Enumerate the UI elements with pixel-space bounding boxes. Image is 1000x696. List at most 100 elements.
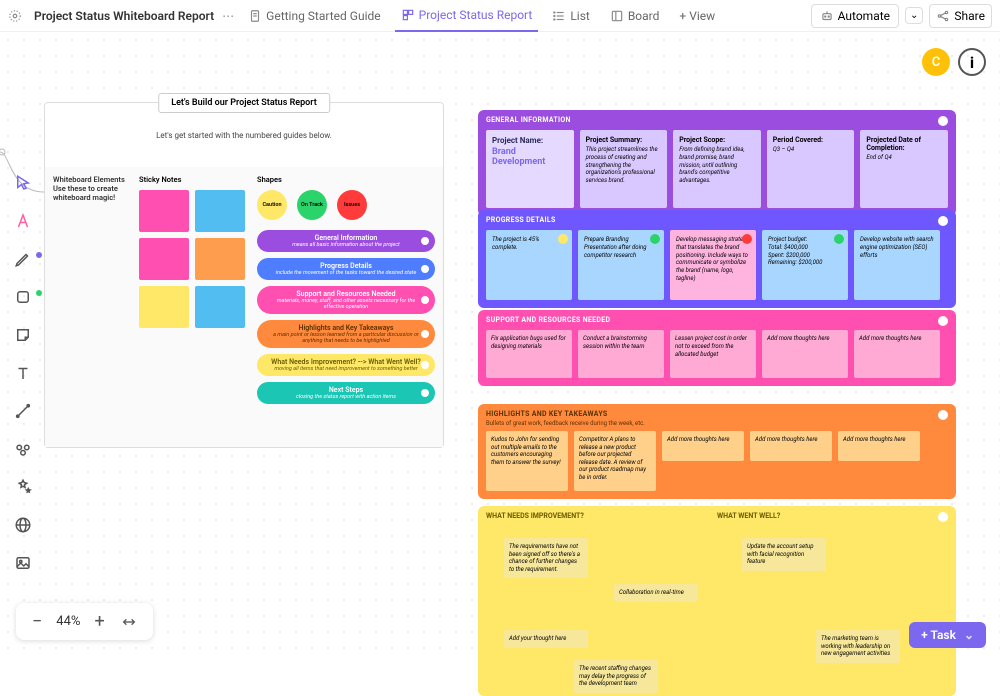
card-project-scope[interactable]: Project Scope:From defining brand idea, … xyxy=(673,130,761,208)
cursor-tool[interactable] xyxy=(10,170,36,196)
whiteboard-icon xyxy=(8,9,22,23)
pen-tool[interactable] xyxy=(10,246,36,272)
section-support[interactable]: SUPPORT AND RESOURCES NEEDED Fix applica… xyxy=(478,310,956,386)
support-card[interactable]: Add more thoughts here xyxy=(762,330,848,378)
ai-tool[interactable] xyxy=(10,208,36,234)
legend-pill[interactable]: Support and Resources Neededmaterials, m… xyxy=(257,286,435,314)
automate-chevron[interactable]: ⌄ xyxy=(905,7,923,24)
card-period-covered[interactable]: Period Covered:Q3 – Q4 xyxy=(767,130,855,208)
sticky-tool[interactable] xyxy=(10,322,36,348)
card-projected-date[interactable]: Projected Date of Completion:End of Q4 xyxy=(860,130,948,208)
progress-card[interactable]: Prepare Branding Presentation after doin… xyxy=(578,230,664,300)
tab-label: List xyxy=(570,9,590,23)
improvement-card[interactable]: Collaboration in real-time xyxy=(614,584,698,602)
tab-add-view[interactable]: + View xyxy=(673,1,721,31)
tab-list[interactable]: List xyxy=(546,1,596,31)
section-improvement[interactable]: WHAT NEEDS IMPROVEMENT? WHAT WENT WELL? … xyxy=(478,506,956,696)
improvement-card[interactable]: The requirements have not been signed of… xyxy=(504,538,588,578)
sticky-sample[interactable] xyxy=(139,190,189,232)
wentwell-heading: WHAT WENT WELL? xyxy=(717,512,948,520)
sticky-notes-heading: Sticky Notes xyxy=(139,175,249,184)
highlight-card[interactable]: Add more thoughts here xyxy=(750,431,832,461)
text-tool[interactable] xyxy=(10,360,36,386)
progress-card[interactable]: The project is 45% complete. xyxy=(486,230,572,300)
page-title: Project Status Whiteboard Report xyxy=(34,9,214,23)
tab-label: Project Status Report xyxy=(419,8,533,22)
task-button-label: + Task xyxy=(921,628,956,642)
highlight-card[interactable]: Add more thoughts here xyxy=(838,431,920,461)
zoom-control: − 44% + xyxy=(16,603,153,640)
section-general-info[interactable]: GENERAL INFORMATION Project Name: Brand … xyxy=(478,110,956,216)
support-card[interactable]: Add more thoughts here xyxy=(854,330,940,378)
status-circle[interactable]: Issues xyxy=(337,190,367,220)
list-icon xyxy=(552,9,566,23)
tab-label: Getting Started Guide xyxy=(266,9,380,23)
task-button[interactable]: + Task ⌄ xyxy=(909,622,986,648)
avatar[interactable]: C xyxy=(922,48,950,76)
share-button[interactable]: Share xyxy=(929,4,992,28)
guide-banner: Let's Build our Project Status Report xyxy=(158,93,330,113)
tab-board[interactable]: Board xyxy=(604,1,666,31)
support-card[interactable]: Fix application bugs used for designing … xyxy=(486,330,572,378)
sticky-sample[interactable] xyxy=(195,238,245,280)
zoom-value: 44% xyxy=(56,614,80,629)
improvement-heading: WHAT NEEDS IMPROVEMENT? xyxy=(486,512,717,520)
legend-pill[interactable]: What Needs Improvement? --> What Went We… xyxy=(257,354,435,376)
card-project-name[interactable]: Project Name: Brand Development xyxy=(486,130,574,208)
highlight-card[interactable]: Competitor A plans to release a new prod… xyxy=(574,431,656,491)
tab-getting-started[interactable]: Getting Started Guide xyxy=(242,1,386,31)
topbar: Project Status Whiteboard Report ⋯ Getti… xyxy=(0,0,1000,32)
info-button[interactable]: i xyxy=(958,48,986,76)
shapes-heading: Shapes xyxy=(257,175,435,184)
support-card[interactable]: Lessen project cost in order not to exce… xyxy=(670,330,756,378)
whiteboard-toolbar xyxy=(8,170,38,576)
fit-screen[interactable] xyxy=(119,614,139,630)
automate-button[interactable]: Automate xyxy=(811,4,899,28)
section-status-dot xyxy=(938,116,948,126)
share-label: Share xyxy=(954,9,985,23)
improvement-card[interactable]: Add your thought here xyxy=(504,630,588,648)
improvement-card[interactable]: The marketing team is working with leade… xyxy=(816,630,900,663)
section-subtitle: Bullets of great work, feedback receive … xyxy=(486,420,948,427)
sticky-sample[interactable] xyxy=(195,286,245,328)
image-tool[interactable] xyxy=(10,550,36,576)
tab-project-status-report[interactable]: Project Status Report xyxy=(395,0,539,32)
web-tool[interactable] xyxy=(10,512,36,538)
progress-card[interactable]: Project budget:Total: $400,000Spent: $20… xyxy=(762,230,848,300)
sticky-sample[interactable] xyxy=(195,190,245,232)
improvement-card[interactable]: The recent staffing changes may delay th… xyxy=(574,660,658,693)
section-heading: GENERAL INFORMATION xyxy=(486,116,948,124)
zoom-out[interactable]: − xyxy=(30,611,44,632)
sticky-sample[interactable] xyxy=(139,286,189,328)
board-icon xyxy=(610,9,624,23)
share-icon xyxy=(936,9,950,23)
guide-frame[interactable]: Let's Build our Project Status Report Le… xyxy=(44,102,444,448)
legend-pill[interactable]: Progress Detailsinclude the movement of … xyxy=(257,258,435,280)
legend-pill[interactable]: Next Stepsclosing the status report with… xyxy=(257,382,435,404)
status-circle[interactable]: Caution xyxy=(257,190,287,220)
section-status-dot xyxy=(938,316,948,326)
progress-card[interactable]: Develop messaging strategy that translat… xyxy=(670,230,756,300)
support-card[interactable]: Conduct a brainstorming session within t… xyxy=(578,330,664,378)
doc-icon xyxy=(248,9,262,23)
section-heading: SUPPORT AND RESOURCES NEEDED xyxy=(486,316,948,324)
whiteboard-canvas[interactable]: Let's Build our Project Status Report Le… xyxy=(0,32,1000,662)
tab-label: + View xyxy=(679,9,715,23)
magic-tool[interactable] xyxy=(10,474,36,500)
highlight-card[interactable]: Add more thoughts here xyxy=(662,431,744,461)
card-project-summary[interactable]: Project Summary:This project streamlines… xyxy=(580,130,668,208)
title-more[interactable]: ⋯ xyxy=(222,9,234,23)
sticky-sample[interactable] xyxy=(139,238,189,280)
connector-tool[interactable] xyxy=(10,398,36,424)
legend-pill[interactable]: General Informationmeans all basic infor… xyxy=(257,230,435,252)
status-circle[interactable]: On Track xyxy=(297,190,327,220)
progress-card[interactable]: Develop website with search engine optim… xyxy=(854,230,940,300)
section-highlights[interactable]: HIGHLIGHTS AND KEY TAKEAWAYS Bullets of … xyxy=(478,404,956,499)
legend-pill[interactable]: Highlights and Key Takeawaysa main point… xyxy=(257,320,435,348)
shape-tool[interactable] xyxy=(10,284,36,310)
section-progress[interactable]: PROGRESS DETAILS The project is 45% comp… xyxy=(478,210,956,308)
more-shapes-tool[interactable] xyxy=(10,436,36,462)
improvement-card[interactable]: Update the account setup with facial rec… xyxy=(742,538,826,571)
highlight-card[interactable]: Kudos to John for sending out multiple e… xyxy=(486,431,568,491)
zoom-in[interactable]: + xyxy=(92,611,106,632)
